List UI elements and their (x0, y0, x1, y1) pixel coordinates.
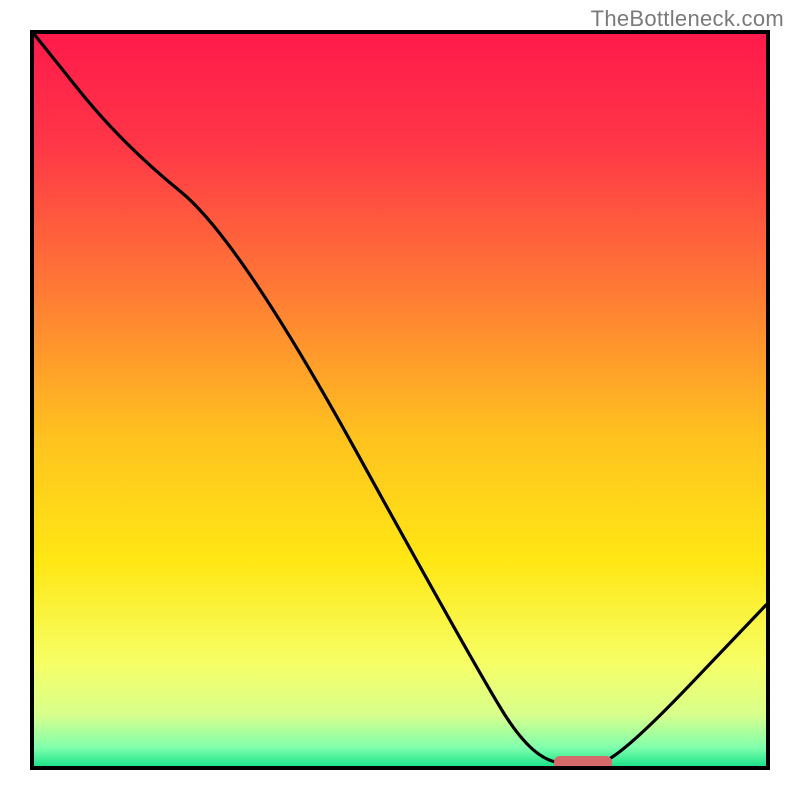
chart-svg (0, 0, 800, 800)
plot-area (32, 32, 768, 770)
gradient-background (34, 34, 766, 766)
chart-container: TheBottleneck.com (0, 0, 800, 800)
watermark-text: TheBottleneck.com (591, 6, 784, 32)
